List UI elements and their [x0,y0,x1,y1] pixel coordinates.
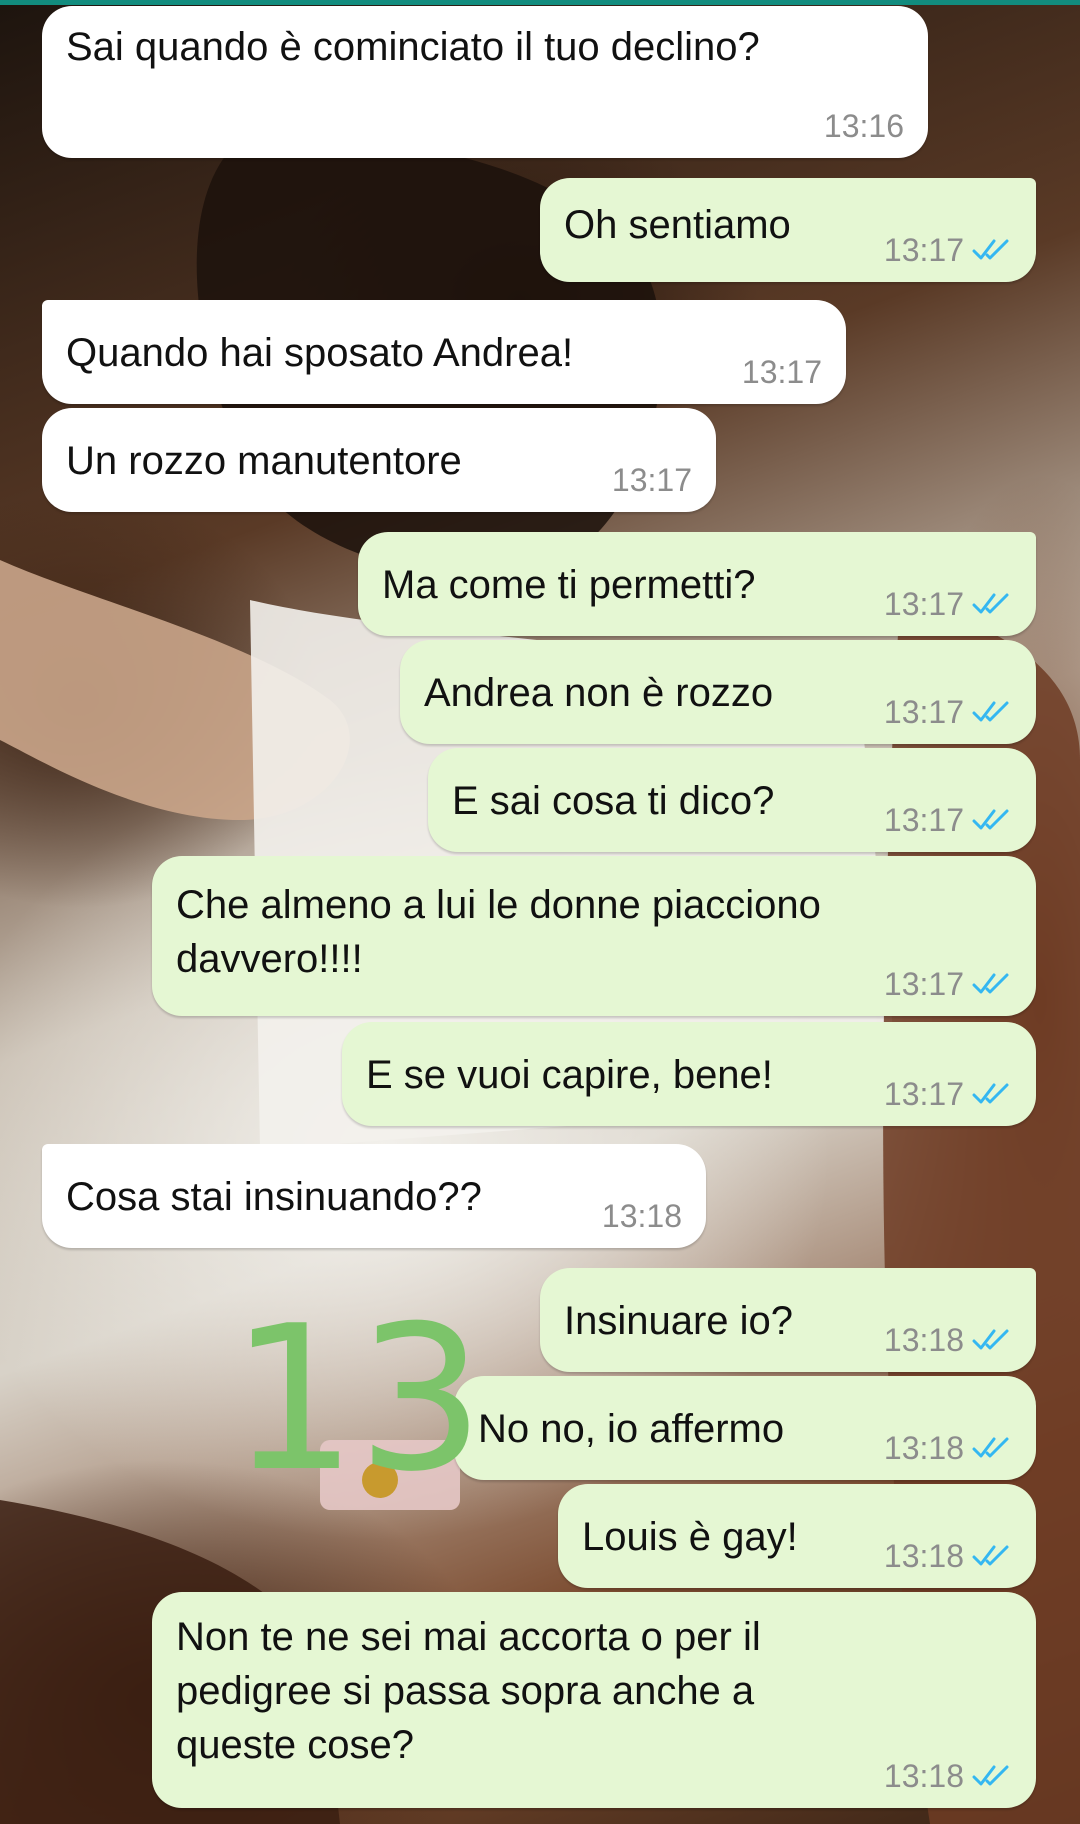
message-text: Andrea non è rozzo [424,671,774,715]
message-timestamp: 13:18 [601,1198,682,1234]
double-check-icon [972,1329,1009,1350]
message-meta: 13:17 [742,354,822,390]
outgoing-message[interactable]: Andrea non è rozzo 13:17 [400,640,1036,744]
outgoing-message[interactable]: No no, io affermo 13:18 [454,1376,1036,1480]
message-text: Oh sentiamo [564,203,791,247]
message-meta: 13:17 [884,694,1012,730]
message-text: No no, io affermo [478,1407,785,1451]
double-check-icon [972,1765,1009,1786]
message-timestamp: 13:18 [883,1430,964,1466]
incoming-message[interactable]: Sai quando è cominciato il tuo declino? 1… [42,6,928,158]
incoming-message[interactable]: Quando hai sposato Andrea! 13:17 [42,300,846,404]
message-meta: 13:17 [884,1076,1012,1112]
double-check-icon [972,239,1009,260]
message-meta: 13:17 [884,232,1012,268]
message-text: E se vuoi capire, bene! [366,1053,773,1097]
outgoing-message[interactable]: Ma come ti permetti? 13:17 [358,532,1036,636]
annotation-number: 13 [230,1283,485,1516]
message-timestamp: 13:17 [883,586,964,622]
message-timestamp: 13:18 [883,1758,964,1794]
outgoing-message[interactable]: E sai cosa ti dico? 13:17 [428,748,1036,852]
message-text: Non te ne sei mai accorta o per il pedig… [176,1615,761,1767]
message-timestamp: 13:18 [883,1322,964,1358]
message-text: Louis è gay! [582,1515,798,1559]
double-check-icon [972,973,1009,994]
message-timestamp: 13:17 [883,232,964,268]
outgoing-message[interactable]: E se vuoi capire, bene! 13:17 [342,1022,1036,1126]
message-text: Che almeno a lui le donne piacciono davv… [176,883,821,981]
message-timestamp: 13:17 [883,802,964,838]
message-meta: 13:18 [884,1538,1012,1574]
message-timestamp: 13:17 [883,966,964,1002]
message-text: Quando hai sposato Andrea! [66,331,574,375]
double-check-icon [972,1545,1009,1566]
double-check-icon [972,701,1009,722]
double-check-icon [972,1437,1009,1458]
double-check-icon [972,1083,1009,1104]
message-timestamp: 13:16 [823,108,904,144]
outgoing-message[interactable]: Non te ne sei mai accorta o per il pedig… [152,1592,1036,1808]
incoming-message[interactable]: Un rozzo manutentore 13:17 [42,408,716,512]
top-accent-bar [0,0,1080,5]
message-meta: 13:17 [884,586,1012,622]
message-text: Cosa stai insinuando?? [66,1175,482,1219]
message-timestamp: 13:17 [741,354,822,390]
message-timestamp: 13:17 [883,1076,964,1112]
message-timestamp: 13:17 [883,694,964,730]
message-timestamp: 13:17 [611,462,692,498]
message-meta: 13:17 [884,966,1012,1002]
message-meta: 13:18 [884,1758,1012,1794]
message-timestamp: 13:18 [883,1538,964,1574]
outgoing-message[interactable]: Louis è gay! 13:18 [558,1484,1036,1588]
message-text: Un rozzo manutentore [66,439,462,483]
message-text: E sai cosa ti dico? [452,779,775,823]
message-meta: 13:18 [602,1198,682,1234]
message-text: Insinuare io? [564,1299,794,1343]
message-text: Sai quando è cominciato il tuo declino? [66,25,760,69]
message-meta: 13:16 [824,108,904,144]
double-check-icon [972,809,1009,830]
message-meta: 13:17 [884,802,1012,838]
outgoing-message[interactable]: Insinuare io? 13:18 [540,1268,1036,1372]
double-check-icon [972,593,1009,614]
message-text: Ma come ti permetti? [382,563,756,607]
incoming-message[interactable]: Cosa stai insinuando?? 13:18 [42,1144,706,1248]
message-meta: 13:17 [612,462,692,498]
outgoing-message[interactable]: Che almeno a lui le donne piacciono davv… [152,856,1036,1016]
message-meta: 13:18 [884,1322,1012,1358]
message-meta: 13:18 [884,1430,1012,1466]
outgoing-message[interactable]: Oh sentiamo 13:17 [540,178,1036,282]
